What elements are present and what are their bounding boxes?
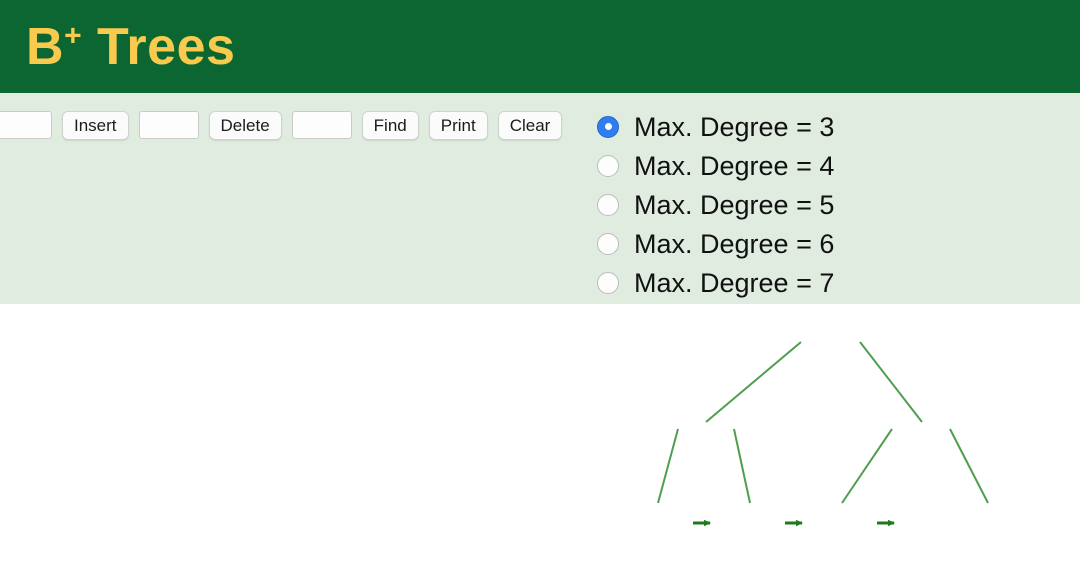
delete-button[interactable]: Delete: [208, 110, 282, 140]
radio-mark-degree-4[interactable]: [597, 154, 619, 177]
radio-label-degree-3: Max. Degree = 3: [634, 111, 835, 142]
radio-option-degree-6[interactable]: Max. Degree = 6: [597, 224, 834, 263]
find-value-input[interactable]: [291, 111, 352, 139]
app-header: B+ Trees: [0, 0, 1080, 93]
radio-mark-degree-7[interactable]: [597, 271, 619, 294]
radio-option-degree-4[interactable]: Max. Degree = 4: [597, 146, 834, 185]
radio-label-degree-6: Max. Degree = 6: [634, 228, 835, 259]
page-title-rest: Trees: [82, 18, 236, 76]
find-button[interactable]: Find: [361, 110, 419, 140]
insert-value-input[interactable]: [0, 111, 52, 139]
max-degree-radio-group: Max. Degree = 3 Max. Degree = 4 Max. Deg…: [597, 107, 834, 302]
clear-button[interactable]: Clear: [497, 110, 563, 140]
radio-mark-degree-6[interactable]: [597, 232, 619, 255]
page-title-superscript: +: [64, 19, 83, 53]
print-button[interactable]: Print: [428, 110, 488, 140]
tree-canvas[interactable]: 0003 0002 0004 0001 0002 0003: [0, 304, 1080, 574]
toolbar: Insert Delete Find Print Clear: [0, 109, 563, 141]
radio-option-degree-3[interactable]: Max. Degree = 3: [597, 107, 834, 146]
controls-panel: Insert Delete Find Print Clear Max. Degr…: [0, 93, 1080, 304]
page-title-main: B: [26, 18, 65, 76]
page-title: B+ Trees: [26, 14, 235, 80]
radio-option-degree-5[interactable]: Max. Degree = 5: [597, 185, 834, 224]
radio-option-degree-7[interactable]: Max. Degree = 7: [597, 263, 834, 302]
radio-label-degree-5: Max. Degree = 5: [634, 189, 835, 220]
radio-mark-degree-3[interactable]: [597, 115, 619, 138]
delete-value-input[interactable]: [138, 111, 199, 139]
tree-edges: [657, 341, 989, 527]
bplus-tree-visualizer: B+ Trees Insert Delete Find Print Clear …: [0, 0, 1080, 574]
radio-label-degree-7: Max. Degree = 7: [634, 267, 835, 298]
insert-button[interactable]: Insert: [62, 110, 129, 140]
radio-mark-degree-5[interactable]: [597, 193, 619, 216]
radio-label-degree-4: Max. Degree = 4: [634, 150, 835, 181]
